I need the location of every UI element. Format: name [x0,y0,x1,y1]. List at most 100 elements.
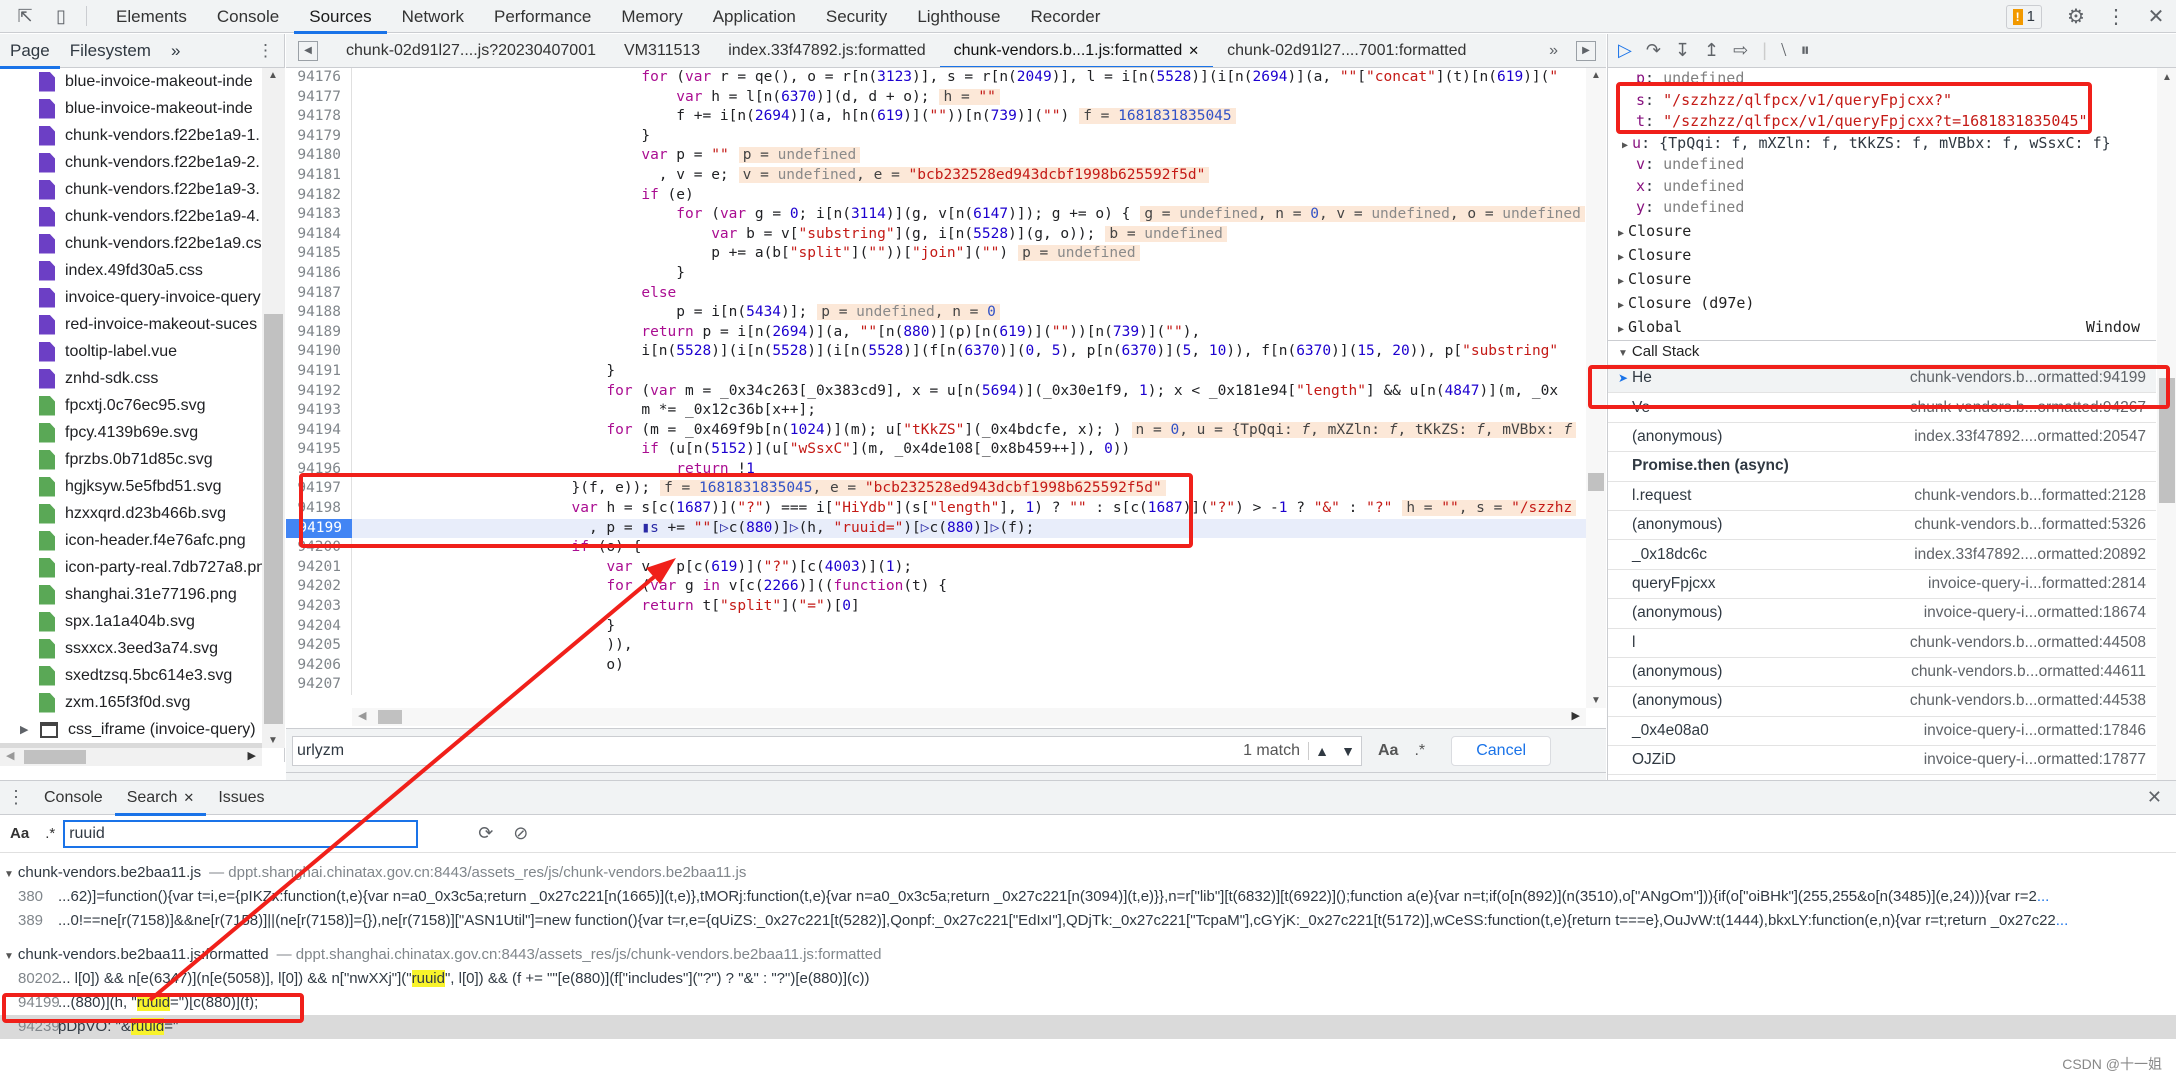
frame-location[interactable]: chunk-vendors.b...ormatted:44508 [1910,634,2146,652]
step-into-icon[interactable]: ↧ [1675,40,1690,61]
tab-elements[interactable]: Elements [101,0,202,33]
file-item[interactable]: red-invoice-makeout-suces [0,311,262,338]
line-number[interactable]: 94201 [286,557,352,578]
scroll-right-icon[interactable]: ▶ [1572,709,1580,722]
file-item[interactable]: chunk-vendors.f22be1a9-4. [0,203,262,230]
code-horizontal-scrollbar[interactable]: ◀ ▶ [352,708,1586,726]
file-item[interactable]: fprzbs.0b71d85c.svg [0,446,262,473]
line-number[interactable]: 94189 [286,322,352,343]
issues-badge[interactable]: ! 1 [2005,4,2042,29]
scope-variable[interactable]: y: undefined [1608,197,2156,219]
line-number[interactable]: 94198 [286,499,352,519]
line-number[interactable]: 94195 [286,440,352,460]
close-devtools-icon[interactable]: ✕ [2136,4,2176,29]
line-number[interactable]: 94194 [286,420,352,441]
file-item[interactable]: sxedtzsq.5bc614e3.svg [0,662,262,689]
tab-sources[interactable]: Sources [294,0,388,34]
file-item[interactable]: index.49fd30a5.css [0,257,262,284]
editor-tab[interactable]: chunk-02d91l27....js?20230407001 [332,34,610,67]
file-item[interactable]: chunk-vendors.f22be1a9.cs [0,230,262,257]
regex-toggle[interactable]: .* [1414,742,1425,760]
line-number[interactable]: 94183 [286,205,352,225]
more-tabs-chevron-icon[interactable]: » [1535,42,1572,60]
tab-page[interactable]: Page [0,34,60,69]
call-frame[interactable]: (anonymous) invoice-query-i...ormatted:18… [1608,599,2156,629]
step-out-icon[interactable]: ↥ [1704,40,1719,61]
step-icon[interactable]: ⇨ [1733,40,1748,61]
frame-location[interactable]: chunk-vendors.b...ormatted:44538 [1910,692,2146,710]
expand-triangle-icon[interactable]: ▶ [1618,324,1624,335]
scope-section[interactable]: ▶ Closure [1608,243,2156,267]
file-item[interactable]: icon-party-real.7db727a8.png [0,554,262,581]
call-frame[interactable]: OJZiD invoice-query-i...ormatted:17877 [1608,746,2156,776]
file-item[interactable]: chunk-vendors.f22be1a9-2. [0,149,262,176]
drawer-tab-console[interactable]: Console [32,781,115,815]
frame-location[interactable]: invoice-query-i...formatted:2814 [1928,575,2146,593]
expand-triangle-icon[interactable]: ▶ [1618,276,1624,287]
file-item[interactable]: blue-invoice-makeout-inde [0,68,262,95]
scope-variable[interactable]: p: undefined [1608,68,2156,90]
call-frame[interactable]: Ve chunk-vendors.b...ormatted:94267 [1608,393,2156,423]
tab-memory[interactable]: Memory [606,0,697,33]
line-number[interactable]: 94184 [286,224,352,245]
line-number[interactable]: 94193 [286,401,352,421]
scroll-up-icon[interactable]: ▲ [268,70,278,81]
line-number[interactable]: 94176 [286,68,352,88]
deactivate-breakpoints-icon[interactable]: ⧵ [1781,40,1787,61]
scope-variable[interactable]: v: undefined [1608,154,2156,176]
call-frame[interactable]: (anonymous) chunk-vendors.b...formatted:5… [1608,511,2156,541]
call-frame[interactable]: l chunk-vendors.b...ormatted:44508 [1608,629,2156,658]
line-number[interactable]: 94203 [286,597,352,617]
line-number[interactable]: 94207 [286,675,352,695]
file-item[interactable]: fpcxtj.0c76ec95.svg [0,392,262,419]
file-item[interactable]: zxm.165f3f0d.svg [0,689,262,716]
find-input[interactable]: urlyzm 1 match ▲ ▼ [292,735,1362,766]
line-number[interactable]: 94199 [286,518,352,539]
file-item[interactable]: spx.1a1a404b.svg [0,608,262,635]
expand-triangle-icon[interactable]: ▶ [1618,300,1624,311]
tab-performance[interactable]: Performance [479,0,606,33]
frame-item[interactable]: ▶ css_iframe (invoice-query) [0,716,262,743]
call-frame[interactable]: queryFpjcxx invoice-query-i...formatted:2… [1608,570,2156,600]
device-toolbar-icon[interactable]: ▯ [50,5,72,27]
pause-on-exceptions-icon[interactable]: ⏸ [1801,40,1810,61]
call-frame[interactable]: (anonymous) index.33f47892....ormatted:20… [1608,423,2156,453]
regex-toggle[interactable]: .* [45,825,55,842]
scope-section[interactable]: ▶ Global Window [1608,315,2156,339]
collapse-triangle-icon[interactable]: ▼ [4,869,14,880]
close-drawer-icon[interactable]: ✕ [2147,787,2162,808]
scroll-down-icon[interactable]: ▼ [1591,695,1601,706]
line-number[interactable]: 94185 [286,244,352,264]
file-item[interactable]: blue-invoice-makeout-inde [0,95,262,122]
frame-location[interactable]: chunk-vendors.b...ormatted:44611 [1911,663,2146,681]
frame-location[interactable]: invoice-query-i...ormatted:18674 [1924,604,2146,622]
scroll-down-icon[interactable]: ▼ [268,735,278,746]
frame-location[interactable]: chunk-vendors.b...ormatted:94199 [1910,369,2146,387]
frame-location[interactable]: chunk-vendors.b...ormatted:94267 [1910,399,2146,417]
file-item[interactable]: chunk-vendors.f22be1a9-3. [0,176,262,203]
file-item[interactable]: invoice-query-invoice-query [0,284,262,311]
scroll-left-icon[interactable]: ◀ [358,709,366,722]
scroll-thumb[interactable] [1588,473,1604,491]
file-item[interactable]: shanghai.31e77196.png [0,581,262,608]
line-number[interactable]: 94204 [286,616,352,637]
call-frame[interactable]: l.request chunk-vendors.b...formatted:212… [1608,482,2156,511]
file-item[interactable]: hgjksyw.5e5fbd51.svg [0,473,262,500]
more-options-icon[interactable]: ⋮ [2096,4,2136,29]
close-tab-icon[interactable]: ✕ [1188,43,1199,58]
code-vertical-scrollbar[interactable]: ▲ ▼ [1586,68,1606,708]
tab-security[interactable]: Security [811,0,902,33]
result-line[interactable]: 80202... l[0]) && n[e(6347)](n[e(5058)],… [0,967,2176,991]
line-number[interactable]: 94179 [286,126,352,147]
file-item[interactable]: ssxxcx.3eed3a74.svg [0,635,262,662]
match-case-toggle[interactable]: Aa [1378,742,1398,760]
scroll-thumb[interactable] [24,750,86,764]
clear-icon[interactable]: ⊘ [513,823,528,844]
line-number[interactable]: 94197 [286,479,352,500]
call-frame[interactable]: _0x4e08a0 invoice-query-i...ormatted:1784… [1608,717,2156,747]
line-number[interactable]: 94191 [286,361,352,382]
scroll-up-icon[interactable]: ▲ [1591,70,1601,81]
expand-triangle-icon[interactable]: ▶ [1622,140,1628,151]
call-stack-header[interactable]: ▼ Call Stack [1608,340,2156,362]
call-frame[interactable]: (anonymous) chunk-vendors.b...ormatted:44… [1608,687,2156,717]
